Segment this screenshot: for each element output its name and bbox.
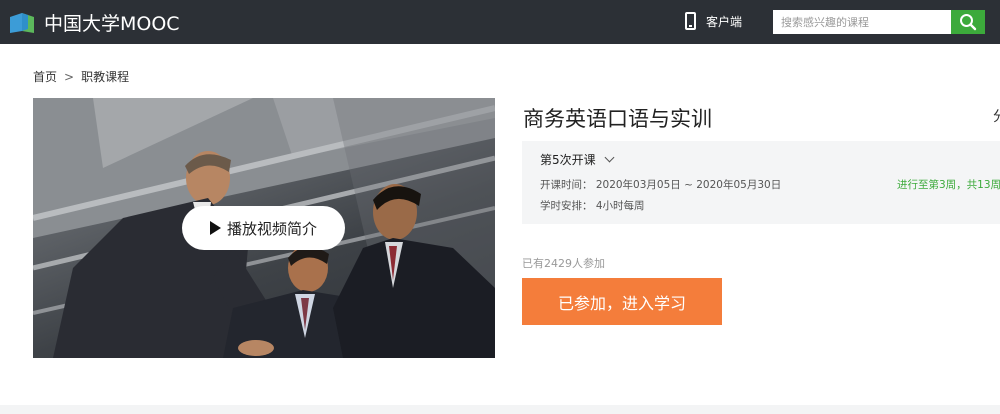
site-logo[interactable]: 中国大学MOOC [8,9,180,36]
play-intro-label: 播放视频简介 [226,219,317,238]
share-link-fragment[interactable]: 分 [993,106,1000,126]
top-navbar: 中国大学MOOC 客户端 [0,0,1000,44]
course-title: 商务英语口语与实训 [523,107,712,131]
session-time: 开课时间： 2020年03月05日 ~ 2020年05月30日 [540,179,782,191]
search-input[interactable] [773,10,951,34]
breadcrumb: 首页 > 职教课程 [33,68,129,85]
phone-icon [685,12,696,30]
session-selector[interactable]: 第5次开课 [540,151,615,168]
enter-course-button[interactable]: 已参加，进入学习 [522,278,722,325]
section-divider [0,405,1000,414]
client-label: 客户端 [706,14,743,29]
breadcrumb-category[interactable]: 职教课程 [81,70,129,84]
breadcrumb-home[interactable]: 首页 [33,70,57,84]
enrolled-count: 已有2429人参加 [522,257,605,270]
session-info-panel: 第5次开课 开课时间： 2020年03月05日 ~ 2020年05月30日 学时… [522,141,1000,224]
play-intro-button[interactable]: 播放视频简介 [182,206,345,250]
session-progress: 进行至第3周，共13周 [897,179,1000,191]
course-intro-video[interactable]: 播放视频简介 [33,98,495,358]
session-label-text: 第5次开课 [540,153,596,167]
breadcrumb-separator: > [64,70,75,84]
client-download-link[interactable]: 客户端 [685,12,742,30]
session-schedule: 学时安排： 4小时每周 [540,200,645,212]
search-bar [773,10,985,34]
play-icon [209,221,221,235]
logo-text: 中国大学MOOC [44,13,180,35]
search-button[interactable] [951,10,985,34]
chevron-down-icon [604,152,615,163]
logo-icon [8,11,40,35]
search-icon [960,14,977,31]
